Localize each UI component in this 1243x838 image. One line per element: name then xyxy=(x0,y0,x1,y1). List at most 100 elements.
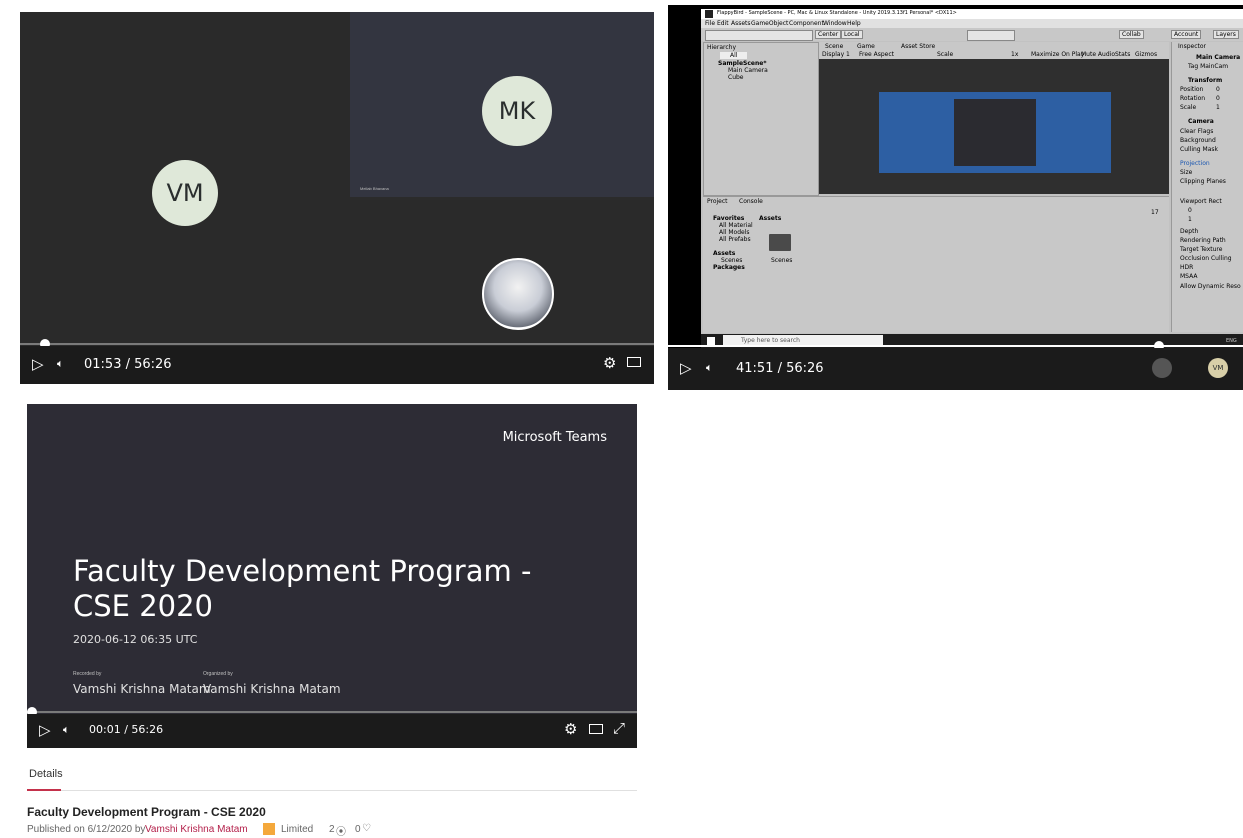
assets-tree-scenes[interactable]: Scenes xyxy=(721,257,742,264)
menu-gameobject[interactable]: GameObject xyxy=(751,20,788,27)
favorite-all-models[interactable]: All Models xyxy=(719,229,750,236)
hierarchy-item-main-camera[interactable]: Main Camera xyxy=(728,67,768,74)
tab-project[interactable]: Project xyxy=(707,198,728,205)
theater-mode-icon[interactable] xyxy=(627,357,641,367)
meeting-video-player-1[interactable]: VM MK Mellab Bhavana ▷ 🔈︎ 01:53 / 56:26 … xyxy=(20,12,654,384)
tab-details[interactable]: Details xyxy=(29,768,63,780)
packages-tree[interactable]: Packages xyxy=(713,264,745,271)
hierarchy-search[interactable]: All xyxy=(720,52,748,59)
control-bar: ▷ 🔈︎ 01:53 / 56:26 ⚙ xyxy=(20,346,654,384)
scale-label: Scale xyxy=(937,51,954,58)
volume-icon[interactable]: 🔈︎ xyxy=(63,723,70,737)
heart-icon[interactable]: ♡ xyxy=(362,823,371,834)
participant-tile-photo xyxy=(350,200,654,344)
participant-name: Mellab Bhavana xyxy=(360,186,389,191)
progress-track[interactable] xyxy=(20,343,654,345)
transform-header[interactable]: Transform xyxy=(1188,77,1222,84)
pivot-center-toggle[interactable]: Center xyxy=(815,30,842,39)
collab-button[interactable]: Collab xyxy=(1119,30,1144,39)
maximize-on-play[interactable]: Maximize On Play xyxy=(1031,51,1084,58)
play-icon[interactable]: ▷ xyxy=(680,359,692,377)
assets-tree-header[interactable]: Assets xyxy=(713,250,735,257)
views-icon: ⦿ xyxy=(336,827,346,838)
screen-share-video-player[interactable]: FlappyBird - SampleScene - PC, Mac & Lin… xyxy=(668,5,1243,390)
settings-icon[interactable]: ⚙ xyxy=(564,720,577,738)
play-icon[interactable]: ▷ xyxy=(32,355,44,373)
rotation-label: Rotation xyxy=(1180,95,1206,102)
mute-audio[interactable]: Mute Audio xyxy=(1081,51,1115,58)
author-link[interactable]: Vamshi Krishna Matam xyxy=(145,824,248,835)
video-title: Faculty Development Program - CSE 2020 xyxy=(27,805,266,819)
avatar-vm: VM xyxy=(152,160,218,226)
position-label: Position xyxy=(1180,86,1204,93)
progress-track[interactable] xyxy=(27,711,637,713)
field-occlusion-culling: Occlusion Culling xyxy=(1180,255,1232,262)
windows-start-icon[interactable] xyxy=(707,337,715,345)
display-select[interactable]: Display 1 xyxy=(822,51,850,58)
inspector-tag[interactable]: Tag MainCam xyxy=(1188,63,1228,70)
pivot-local-toggle[interactable]: Local xyxy=(841,30,863,39)
field-background: Background xyxy=(1180,137,1216,144)
aspect-select[interactable]: Free Aspect xyxy=(859,51,894,58)
avatar-photo xyxy=(482,258,554,330)
hierarchy-item-cube[interactable]: Cube xyxy=(728,74,744,81)
account-button[interactable]: Account xyxy=(1171,30,1202,39)
visibility-icon xyxy=(263,823,275,835)
scenes-folder-label[interactable]: Scenes xyxy=(771,257,792,264)
scale-label: Scale xyxy=(1180,104,1197,111)
organized-by-name: Vamshi Krishna Matam xyxy=(203,682,341,696)
rotation-x[interactable]: 0 xyxy=(1216,95,1220,102)
assets-panel-title: Assets xyxy=(759,215,782,222)
scale-x[interactable]: 1 xyxy=(1216,104,1220,111)
menu-edit[interactable]: Edit xyxy=(717,20,729,27)
viewport-w[interactable]: 1 xyxy=(1188,216,1192,223)
menu-assets[interactable]: Assets xyxy=(731,20,751,27)
game-cube xyxy=(954,99,1036,166)
camera-header[interactable]: Camera xyxy=(1188,118,1214,125)
favorite-all-materials[interactable]: All Material xyxy=(719,222,753,229)
menu-component[interactable]: Component xyxy=(789,20,824,27)
volume-icon[interactable]: 🔈︎ xyxy=(57,357,64,371)
volume-icon[interactable]: 🔈︎ xyxy=(706,361,713,375)
time-display: 41:51 / 56:26 xyxy=(736,361,824,376)
recording-player-main[interactable]: Microsoft Teams Faculty Development Prog… xyxy=(27,404,637,748)
gizmos[interactable]: Gizmos xyxy=(1135,51,1157,58)
unity-window-title: FlappyBird - SampleScene - PC, Mac & Lin… xyxy=(717,10,957,16)
participant-tile-vm: VM xyxy=(20,12,350,344)
time-display: 01:53 / 56:26 xyxy=(84,357,172,372)
menu-help[interactable]: Help xyxy=(847,20,861,27)
play-controls[interactable] xyxy=(967,30,1015,41)
tab-scene[interactable]: Scene xyxy=(825,43,843,50)
tab-asset-store[interactable]: Asset Store xyxy=(901,43,935,50)
settings-icon[interactable]: ⚙ xyxy=(603,354,616,372)
tool-buttons[interactable] xyxy=(705,30,813,41)
inspector-object-name[interactable]: Main Camera xyxy=(1196,54,1240,61)
menu-window[interactable]: Window xyxy=(823,20,847,27)
theater-mode-icon[interactable] xyxy=(589,724,603,734)
inspector-tab[interactable]: Inspector xyxy=(1178,43,1206,50)
layers-button[interactable]: Layers xyxy=(1213,30,1239,39)
scenes-folder-icon[interactable] xyxy=(769,234,791,251)
stats[interactable]: Stats xyxy=(1115,51,1130,58)
participant-photo-thumb xyxy=(1152,358,1172,378)
taskbar-language: ENG xyxy=(1226,338,1237,344)
field-allow-dynamic-resolution: Allow Dynamic Reso xyxy=(1180,283,1241,290)
field-projection: Projection xyxy=(1180,160,1210,167)
view-count: 2 xyxy=(329,824,335,835)
menu-file[interactable]: File xyxy=(705,20,715,27)
recording-datetime: 2020-06-12 06:35 UTC xyxy=(73,633,198,646)
tab-game[interactable]: Game xyxy=(857,43,875,50)
favorite-all-prefabs[interactable]: All Prefabs xyxy=(719,236,751,243)
published-text: Published on 6/12/2020 by xyxy=(27,824,146,835)
position-x[interactable]: 0 xyxy=(1216,86,1220,93)
hierarchy-scene[interactable]: SampleScene* xyxy=(718,60,766,67)
fullscreen-icon[interactable]: ⤢ xyxy=(613,719,625,737)
tab-console[interactable]: Console xyxy=(739,198,763,205)
play-icon[interactable]: ▷ xyxy=(39,721,51,739)
viewport-x[interactable]: 0 xyxy=(1188,207,1192,214)
hierarchy-tab[interactable]: Hierarchy xyxy=(707,44,736,51)
taskbar-search-text: Type here to search xyxy=(741,337,800,344)
details-section: Details Faculty Development Program - CS… xyxy=(27,760,637,838)
favorites-header[interactable]: Favorites xyxy=(713,215,744,222)
field-depth: Depth xyxy=(1180,228,1199,235)
